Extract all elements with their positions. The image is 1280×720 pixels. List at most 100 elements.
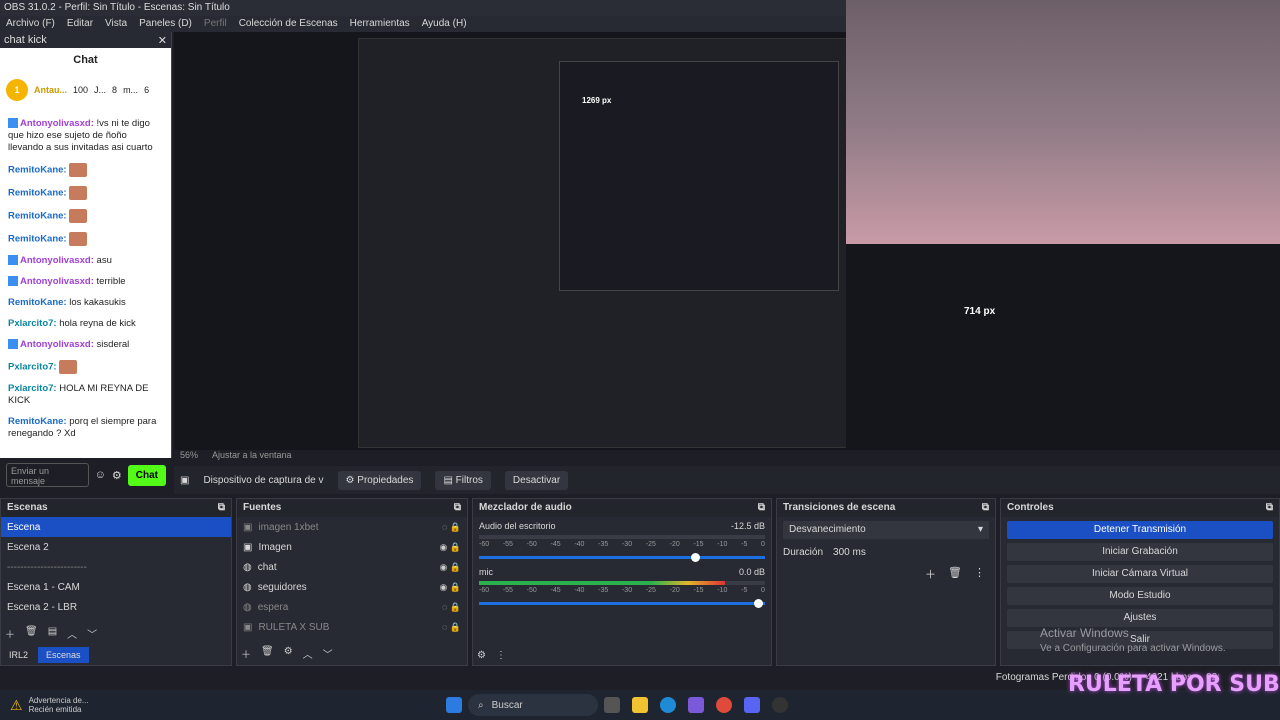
properties-button[interactable]: ⚙ Propiedades [337,470,422,490]
warning-notification[interactable]: ⚠ Advertencia de... Recién emitida [0,696,440,714]
undock-icon[interactable]: ⧉ [758,502,765,514]
scale-tick: -55 [502,541,513,548]
channel-name: mic [479,567,493,577]
chat-input[interactable]: Enviar un mensaje [6,463,89,487]
trash-icon[interactable]: 🗑 [25,626,38,641]
tab-escenas[interactable]: Escenas [38,647,89,663]
deactivate-button[interactable]: Desactivar [504,470,569,490]
chat-message: RemitoKane: [8,186,163,200]
menu-paneles[interactable]: Paneles (D) [139,18,192,30]
scenes-toolbar: ＋ 🗑 ▤ ︿ ﹀ [5,626,97,641]
undock-icon[interactable]: ⧉ [1266,502,1273,514]
file-explorer-icon[interactable] [632,697,648,713]
chat-send-button[interactable]: Chat [127,464,166,486]
eye-icon[interactable]: ◉ 🔒 [439,582,461,593]
menu-editar[interactable]: Editar [67,18,93,30]
add-icon[interactable]: ＋ [925,566,936,582]
mixer-channel: mic 0.0 dB -60 -55 -50 -45 -40 -35 -30 -25 -20 -15… [473,563,771,609]
transitions-title: Transiciones de escena ⧉ [777,499,995,517]
emoji-icon[interactable]: ☺ [95,469,106,481]
scene-item[interactable]: Escena 2 - LBR [1,597,231,617]
transition-select[interactable]: Desvanecimiento ▾ [783,521,989,539]
start-recording-button[interactable]: Iniciar Grabación [1007,543,1273,561]
windows-start-icon[interactable] [446,697,462,713]
up-icon[interactable]: ︿ [67,626,77,641]
eye-icon[interactable]: ◉ 🔒 [439,542,461,553]
scale-tick: -5 [741,541,748,548]
emote-icon [69,186,88,200]
more-icon[interactable]: ⋮ [974,566,985,582]
taskbar-search[interactable]: ⌕ Buscar [468,694,598,716]
preview-canvas[interactable]: 1269 px [174,32,1082,450]
channel-db: -12.5 dB [730,521,765,531]
volume-knob[interactable] [753,599,763,608]
trash-icon[interactable]: 🗑 [261,646,274,661]
add-icon[interactable]: ＋ [241,646,251,661]
zoom-fit[interactable]: Ajustar a la ventana [212,450,292,464]
zoom-level[interactable]: 56% [180,450,198,464]
close-icon[interactable]: ✕ [158,34,167,47]
channel-db: 0.0 dB [738,567,765,577]
scale-tick: -40 [574,541,585,548]
discord-icon[interactable] [744,697,760,713]
up-icon[interactable]: ︿ [303,646,313,661]
scale-tick: -20 [669,587,680,594]
badge-icon [8,255,18,266]
undock-icon[interactable]: ⧉ [982,502,989,514]
scale-tick: -20 [669,541,680,548]
gear-icon[interactable]: ⚙ [477,650,486,661]
volume-slider[interactable] [479,599,765,608]
stop-stream-button[interactable]: Detener Transmisión [1007,521,1273,539]
eye-icon[interactable]: ◉ 🔒 [439,562,461,573]
tab-irl2[interactable]: IRL2 [1,647,36,663]
undock-icon[interactable]: ⧉ [454,502,461,514]
virtual-camera-button[interactable]: Iniciar Cámara Virtual [1007,565,1273,583]
scale-tick: -30 [621,541,633,548]
trash-icon[interactable]: 🗑 [948,566,962,582]
menu-ayuda[interactable]: Ayuda (H) [422,18,467,30]
add-icon[interactable]: ＋ [5,626,15,641]
scene-item[interactable]: Escena 2 [1,537,231,557]
audio-meter [479,581,765,585]
eye-off-icon[interactable]: ◌ 🔒 [442,522,461,533]
source-item[interactable]: ◍ espera ◌ 🔒 [237,597,467,617]
menu-archivo[interactable]: Archivo (F) [6,18,55,30]
menu-coleccion[interactable]: Colección de Escenas [239,18,338,30]
chat-message: RemitoKane: [8,209,163,223]
undock-icon[interactable]: ⧉ [218,502,225,514]
scale-tick: -30 [621,587,633,594]
gear-icon[interactable]: ⚙ [112,469,122,482]
scale-tick: -60 [479,541,490,548]
eye-off-icon[interactable]: ◌ 🔒 [442,622,461,633]
filter-icon[interactable]: ▤ [48,626,57,641]
menu-herramientas[interactable]: Herramientas [350,18,410,30]
scene-separator[interactable]: ------------------------ [1,557,231,577]
source-item[interactable]: ◍ chat ◉ 🔒 [237,557,467,577]
chrome-icon[interactable] [716,697,732,713]
filters-button[interactable]: ▤ Filtros [435,470,491,490]
menu-perfil[interactable]: Perfil [204,18,227,30]
more-icon[interactable]: ⋮ [496,650,506,661]
settings-button[interactable]: Ajustes [1007,609,1273,627]
studio-mode-button[interactable]: Modo Estudio [1007,587,1273,605]
eye-off-icon[interactable]: ◌ 🔒 [442,602,461,613]
gear-icon[interactable]: ⚙ [284,646,293,661]
scene-item[interactable]: Escena 1 - CAM [1,577,231,597]
volume-slider[interactable] [479,553,765,562]
scale-tick: -25 [645,587,656,594]
duration-input[interactable]: 300 ms [833,547,866,558]
down-icon[interactable]: ﹀ [87,626,97,641]
obs-icon[interactable] [772,697,788,713]
scene-item[interactable]: Escena [1,517,231,537]
edge-icon[interactable] [660,697,676,713]
app-icon[interactable] [688,697,704,713]
source-item[interactable]: ▣ RULETA X SUB ◌ 🔒 [237,617,467,637]
task-view-icon[interactable] [604,697,620,713]
down-icon[interactable]: ﹀ [323,646,333,661]
source-item[interactable]: ▣ Imagen ◉ 🔒 [237,537,467,557]
scale-tick: -50 [526,587,537,594]
volume-knob[interactable] [690,553,700,562]
source-item[interactable]: ◍ seguidores ◉ 🔒 [237,577,467,597]
source-item[interactable]: ▣ imagen 1xbet ◌ 🔒 [237,517,467,537]
menu-vista[interactable]: Vista [105,18,127,30]
